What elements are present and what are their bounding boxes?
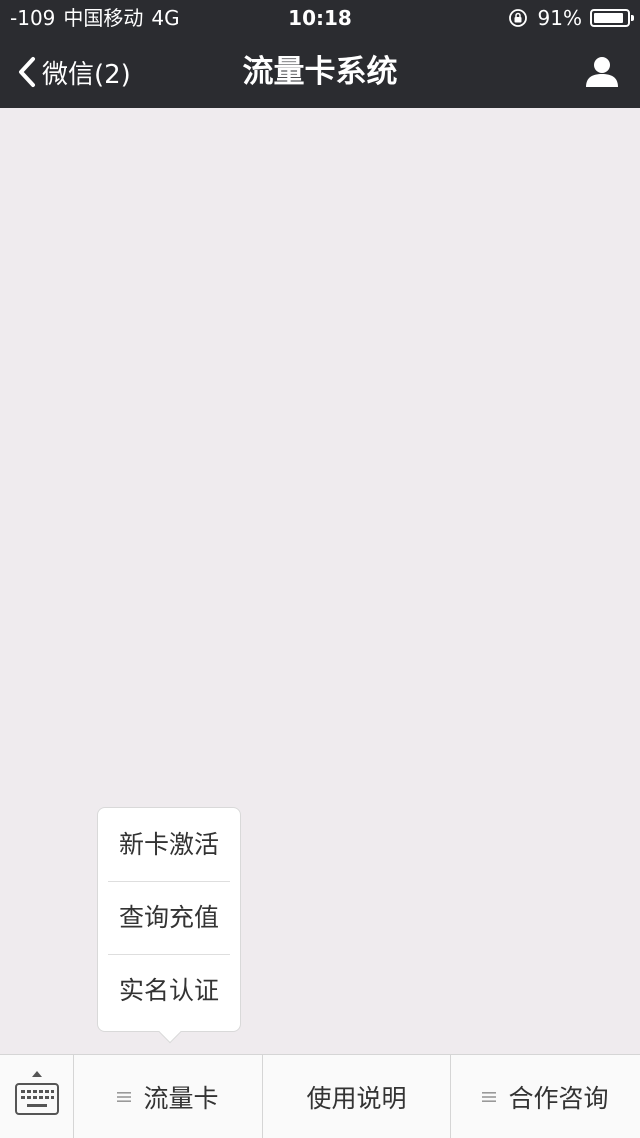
message-area bbox=[0, 108, 640, 1054]
keyboard-toggle-button[interactable] bbox=[0, 1055, 74, 1138]
list-icon bbox=[482, 1092, 497, 1102]
menu-item-label: 流量卡 bbox=[143, 1084, 219, 1113]
battery-nub bbox=[631, 15, 634, 21]
person-icon[interactable] bbox=[584, 54, 620, 90]
nav-bar: 微信(2) 流量卡系统 bbox=[0, 36, 640, 108]
battery-percent: 91% bbox=[537, 6, 582, 30]
menu-item-data-card[interactable]: 流量卡 bbox=[74, 1055, 263, 1138]
menu-item-instructions[interactable]: 使用说明 bbox=[263, 1055, 451, 1138]
battery-icon bbox=[590, 9, 634, 27]
chevron-left-icon bbox=[19, 57, 35, 87]
submenu-popup: 新卡激活 查询充值 实名认证 bbox=[97, 807, 241, 1044]
bottom-menu-bar: 流量卡 使用说明 合作咨询 bbox=[0, 1054, 640, 1138]
caret-up-icon bbox=[32, 1071, 42, 1077]
back-button[interactable]: 微信(2) bbox=[16, 36, 131, 108]
status-right: 91% bbox=[508, 0, 634, 36]
wechat-official-account-screen: -109 中国移动 4G 10:18 91% 微信(2) 流量卡系统 新卡激活 … bbox=[0, 0, 640, 1138]
rotation-lock-icon bbox=[508, 9, 527, 27]
submenu-item-new-card-activation[interactable]: 新卡激活 bbox=[98, 808, 240, 881]
submenu-item-real-name-verification[interactable]: 实名认证 bbox=[98, 954, 240, 1027]
menu-item-label: 使用说明 bbox=[306, 1084, 407, 1113]
top-bar: -109 中国移动 4G 10:18 91% 微信(2) 流量卡系统 bbox=[0, 0, 640, 108]
menu-item-cooperation[interactable]: 合作咨询 bbox=[451, 1055, 640, 1138]
status-bar: -109 中国移动 4G 10:18 91% bbox=[0, 0, 640, 36]
keyboard-icon bbox=[15, 1083, 59, 1115]
submenu-item-query-recharge[interactable]: 查询充值 bbox=[98, 881, 240, 954]
battery-fill bbox=[594, 13, 623, 23]
list-icon bbox=[117, 1092, 132, 1102]
menu-item-label: 合作咨询 bbox=[508, 1084, 609, 1113]
back-label: 微信(2) bbox=[42, 59, 131, 90]
